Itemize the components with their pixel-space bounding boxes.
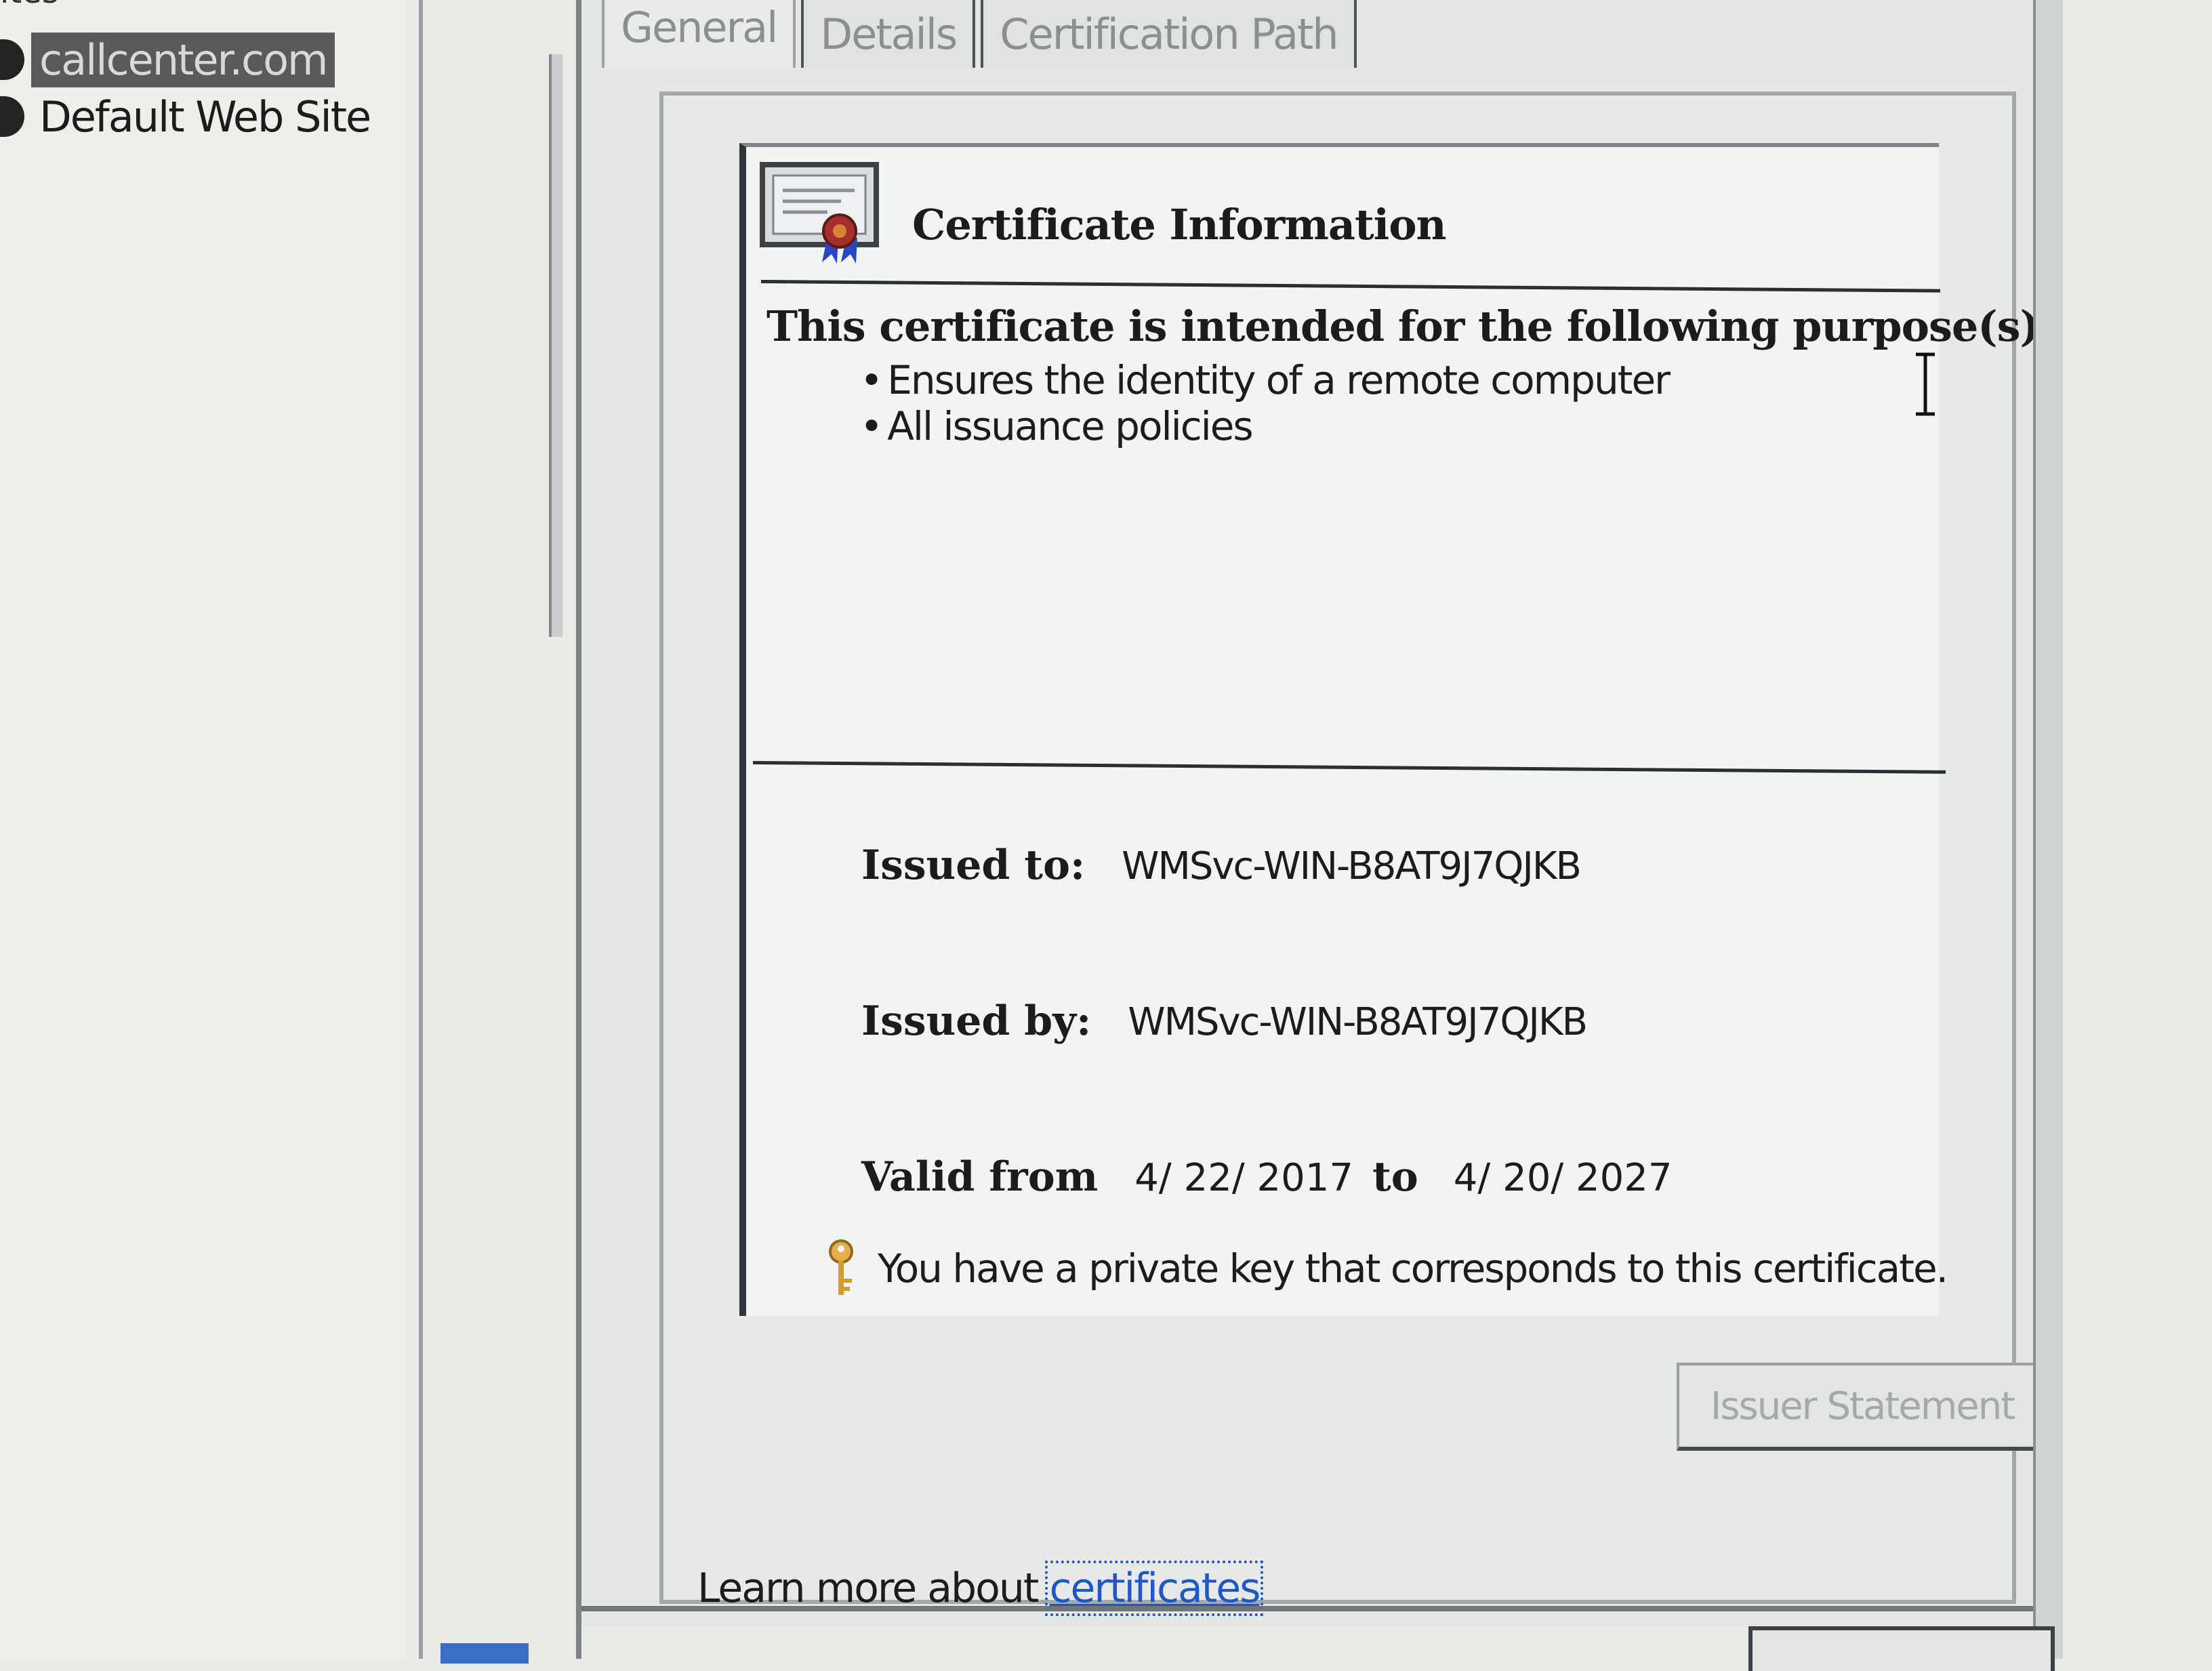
title-divider <box>760 280 1940 293</box>
certificate-icon <box>760 162 879 264</box>
valid-from-label: Valid from <box>861 1153 1099 1201</box>
purpose-list: Ensures the identity of a remote compute… <box>860 357 1671 449</box>
text-cursor-icon <box>1916 352 1935 416</box>
dialog-right-edge <box>2033 0 2063 1659</box>
tree-item-label: callcenter.com <box>31 32 335 87</box>
tree-item-default-web-site[interactable]: Default Web Site <box>0 89 378 144</box>
valid-to-label: to <box>1372 1153 1418 1201</box>
tab-general[interactable]: General <box>602 0 796 68</box>
issued-to-row: Issued to: WMSvc-WIN-B8AT9J7QJKB <box>861 842 1582 889</box>
purpose-item: Ensures the identity of a remote compute… <box>860 357 1671 403</box>
background-scrollbar <box>549 54 562 637</box>
private-key-row: You have a private key that corresponds … <box>821 1238 1948 1299</box>
dialog-left-border <box>576 0 581 1659</box>
tab-certification-path[interactable]: Certification Path <box>981 0 1357 68</box>
tab-details[interactable]: Details <box>801 0 976 68</box>
taskbar-fragment <box>441 1643 529 1664</box>
ok-button[interactable] <box>1748 1626 2055 1671</box>
certificate-information-title: Certificate Information <box>912 200 1447 249</box>
valid-to-date: 4/ 20/ 2027 <box>1453 1156 1673 1200</box>
purpose-item: All issuance policies <box>860 403 1669 449</box>
certificate-dialog: General Details Certification Path Certi… <box>581 0 2059 1626</box>
private-key-text: You have a private key that corresponds … <box>878 1245 1948 1292</box>
sites-tree-pane: ites callcenter.com Default Web Site <box>0 0 407 1659</box>
tree-header-label: ites <box>0 0 59 11</box>
validity-row: Valid from 4/ 22/ 2017 to 4/ 20/ 2027 <box>861 1153 1692 1201</box>
issued-by-row: Issued by: WMSvc-WIN-B8AT9J7QJKB <box>861 997 1588 1045</box>
tree-item-label: Default Web Site <box>39 91 371 142</box>
key-icon <box>829 1239 853 1295</box>
site-icon <box>0 39 24 80</box>
issuer-statement-button[interactable]: Issuer Statement <box>1677 1363 2049 1451</box>
tab-panel: Certificate Information This certificate… <box>659 91 2055 1616</box>
learn-more-text: Learn more about <box>697 1565 1050 1612</box>
certificates-link[interactable]: certificates <box>1045 1561 1264 1616</box>
purpose-heading: This certificate is intended for the fol… <box>766 302 2055 351</box>
dialog-bottom-divider <box>581 1606 2059 1611</box>
issued-by-value: WMSvc-WIN-B8AT9J7QJKB <box>1128 1000 1588 1044</box>
certificate-info-box: Certificate Information This certificate… <box>739 143 2055 1316</box>
issued-to-value: WMSvc-WIN-B8AT9J7QJKB <box>1122 844 1582 888</box>
pane-divider <box>419 0 423 1659</box>
learn-more-row: Learn more about certificates <box>697 1561 1264 1616</box>
details-divider <box>752 761 1946 774</box>
valid-from-date: 4/ 22/ 2017 <box>1134 1156 1354 1200</box>
issued-by-label: Issued by: <box>861 997 1092 1045</box>
tree-item-callcenter[interactable]: callcenter.com <box>0 32 335 87</box>
site-icon <box>0 96 24 137</box>
issued-to-label: Issued to: <box>861 842 1086 889</box>
tab-strip: General Details Certification Path <box>602 0 1362 68</box>
